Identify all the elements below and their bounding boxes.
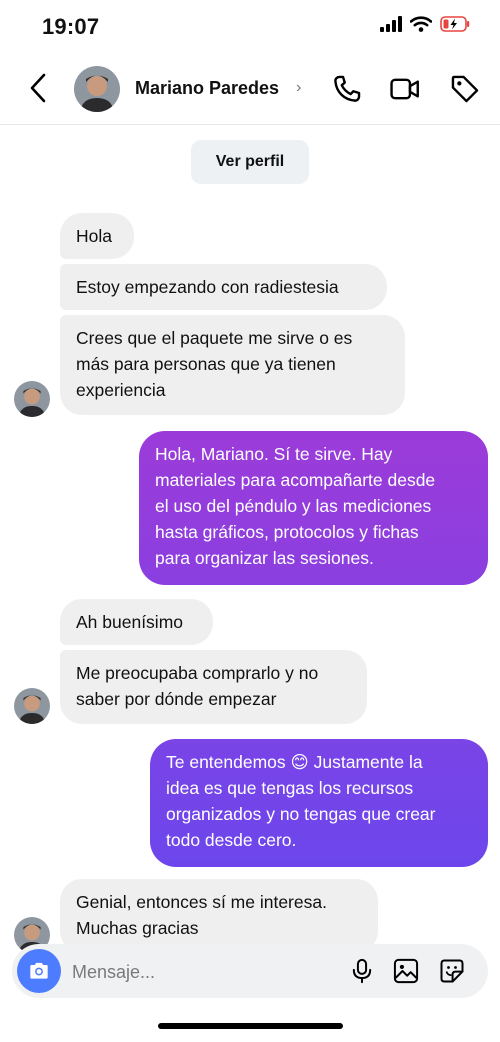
contact-avatar-small[interactable] — [14, 688, 50, 724]
cellular-signal-icon — [380, 16, 402, 37]
sticker-icon[interactable] — [438, 957, 466, 985]
name-chevron[interactable]: › — [296, 79, 301, 97]
message-incoming[interactable]: Crees que el paquete me sirve o es más p… — [60, 315, 405, 415]
message-incoming[interactable]: Estoy empezando con radiestesia — [60, 264, 387, 310]
chat-header: Mariano Paredes › — [0, 52, 500, 125]
status-time: 19:07 — [42, 14, 100, 39]
chat-screen: 19:07 Mariano Paredes › Ver perfil Hola … — [0, 0, 500, 1042]
camera-icon[interactable] — [17, 949, 61, 993]
battery-charging-icon — [440, 16, 470, 37]
message-incoming[interactable]: Genial, entonces sí me interesa. Muchas … — [60, 879, 378, 953]
message-incoming[interactable]: Me preocupaba comprarlo y no saber por d… — [60, 650, 367, 724]
tag-icon[interactable] — [448, 72, 482, 106]
message-incoming[interactable]: Ah buenísimo — [60, 599, 213, 645]
home-indicator — [158, 1023, 343, 1029]
gallery-icon[interactable] — [392, 957, 420, 985]
message-outgoing[interactable]: Te entendemos 😊 Justamente la idea es qu… — [150, 739, 488, 867]
message-input[interactable] — [70, 953, 334, 991]
contact-name[interactable]: Mariano Paredes — [135, 78, 279, 99]
microphone-icon[interactable] — [348, 957, 376, 985]
contact-avatar[interactable] — [74, 66, 120, 112]
message-composer — [12, 944, 488, 998]
status-bar: 19:07 — [0, 0, 500, 52]
video-camera-icon[interactable] — [388, 72, 422, 106]
contact-avatar-small[interactable] — [14, 381, 50, 417]
phone-icon[interactable] — [330, 72, 364, 106]
status-icons — [380, 16, 470, 37]
back-chevron-icon[interactable] — [22, 70, 56, 106]
message-outgoing[interactable]: Hola, Mariano. Sí te sirve. Hay material… — [139, 431, 488, 585]
view-profile-button[interactable]: Ver perfil — [191, 140, 309, 184]
message-incoming[interactable]: Hola — [60, 213, 134, 259]
wifi-icon — [409, 16, 433, 37]
